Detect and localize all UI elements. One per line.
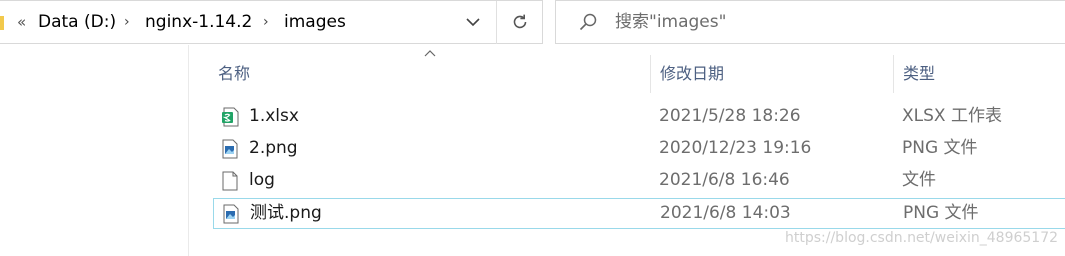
watermark: https://blog.csdn.net/weixin_48965172 — [785, 230, 1059, 246]
file-row[interactable]: 2.png 2020/12/23 19:16 PNG 文件 — [213, 134, 1065, 165]
column-header-type[interactable]: 类型 — [903, 60, 935, 84]
refresh-button[interactable] — [497, 1, 542, 43]
image-file-icon — [223, 204, 239, 224]
file-name: log — [249, 170, 275, 190]
image-file-icon — [222, 139, 238, 159]
file-name: 2.png — [249, 138, 298, 158]
file-date: 2020/12/23 19:16 — [659, 138, 812, 158]
file-type: 文件 — [902, 170, 936, 190]
file-type: XLSX 工作表 — [902, 106, 1002, 126]
file-type: PNG 文件 — [903, 203, 979, 223]
column-header-name[interactable]: 名称 — [218, 60, 250, 84]
refresh-icon — [513, 14, 526, 29]
file-type: PNG 文件 — [902, 138, 978, 158]
breadcrumb-images[interactable]: images — [284, 1, 346, 43]
file-row[interactable]: log 2021/6/8 16:46 文件 — [213, 166, 1065, 197]
file-date: 2021/5/28 18:26 — [659, 106, 801, 126]
file-date: 2021/6/8 16:46 — [659, 170, 790, 190]
chevron-down-icon — [466, 17, 480, 26]
breadcrumb-data-drive[interactable]: Data (D:) — [38, 1, 116, 43]
search-icon — [579, 13, 597, 31]
folder-icon — [0, 16, 4, 30]
file-row[interactable]: 1.xlsx 2021/5/28 18:26 XLSX 工作表 — [213, 102, 1065, 133]
search-box[interactable]: 搜索"images" — [555, 0, 1065, 44]
history-dropdown-button[interactable] — [456, 1, 490, 43]
sort-ascending-icon — [424, 50, 436, 57]
file-date: 2021/6/8 14:03 — [660, 203, 791, 223]
file-row[interactable]: 测试.png 2021/6/8 14:03 PNG 文件 — [213, 198, 1065, 229]
excel-file-icon — [222, 107, 239, 127]
address-bar[interactable]: « Data (D:) › nginx-1.14.2 › images — [0, 0, 543, 44]
navigation-pane-divider[interactable] — [188, 45, 189, 256]
breadcrumb-separator[interactable]: › — [263, 1, 269, 43]
breadcrumb-overflow[interactable]: « — [17, 1, 26, 43]
blank-file-icon — [222, 171, 238, 191]
file-name: 测试.png — [250, 203, 322, 223]
column-header-date[interactable]: 修改日期 — [660, 60, 724, 84]
file-name: 1.xlsx — [249, 106, 299, 126]
column-resize-handle[interactable] — [893, 55, 894, 93]
column-resize-handle[interactable] — [650, 55, 651, 93]
search-input[interactable]: 搜索"images" — [615, 1, 726, 43]
breadcrumb-nginx[interactable]: nginx-1.14.2 — [145, 1, 252, 43]
breadcrumb-separator[interactable]: › — [124, 1, 130, 43]
